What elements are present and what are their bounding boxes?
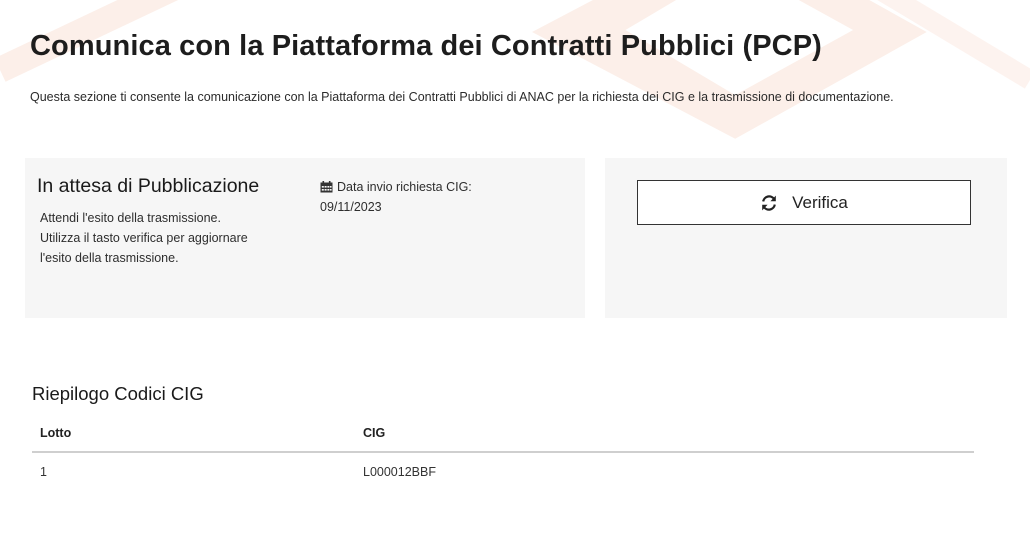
refresh-icon bbox=[762, 194, 777, 211]
verify-button-label: Verifica bbox=[792, 192, 848, 212]
column-header-cig: CIG bbox=[355, 415, 974, 453]
action-card: Verifica bbox=[605, 158, 1007, 318]
page-title: Comunica con la Piattaforma dei Contratt… bbox=[30, 30, 822, 62]
column-header-lotto: Lotto bbox=[32, 415, 355, 453]
table-header-row: Lotto CIG bbox=[32, 415, 974, 453]
status-message: Attendi l'esito della trasmissione. Util… bbox=[40, 208, 280, 268]
status-card: In attesa di Pubblicazione Attendi l'esi… bbox=[25, 158, 585, 318]
request-date-value: 09/11/2023 bbox=[320, 200, 382, 214]
status-message-line: Attendi l'esito della trasmissione. bbox=[40, 211, 221, 225]
request-date: Data invio richiesta CIG: 09/11/2023 bbox=[320, 177, 472, 217]
status-message-line: Utilizza il tasto verifica per aggiornar… bbox=[40, 231, 248, 245]
summary-title: Riepilogo Codici CIG bbox=[32, 383, 204, 404]
status-message-line: l'esito della trasmissione. bbox=[40, 251, 179, 265]
request-date-label-row: Data invio richiesta CIG: bbox=[320, 177, 472, 197]
table-row: 1 L000012BBF bbox=[32, 452, 974, 491]
page-description: Questa sezione ti consente la comunicazi… bbox=[30, 90, 894, 104]
request-date-label: Data invio richiesta CIG: bbox=[337, 180, 472, 194]
cell-lotto: 1 bbox=[40, 465, 47, 479]
status-title: In attesa di Pubblicazione bbox=[37, 175, 260, 197]
cell-cig: L000012BBF bbox=[363, 465, 436, 479]
calendar-icon bbox=[320, 181, 333, 193]
cig-summary-table: Lotto CIG 1 L000012BBF bbox=[32, 415, 974, 491]
verify-button[interactable]: Verifica bbox=[637, 180, 971, 225]
